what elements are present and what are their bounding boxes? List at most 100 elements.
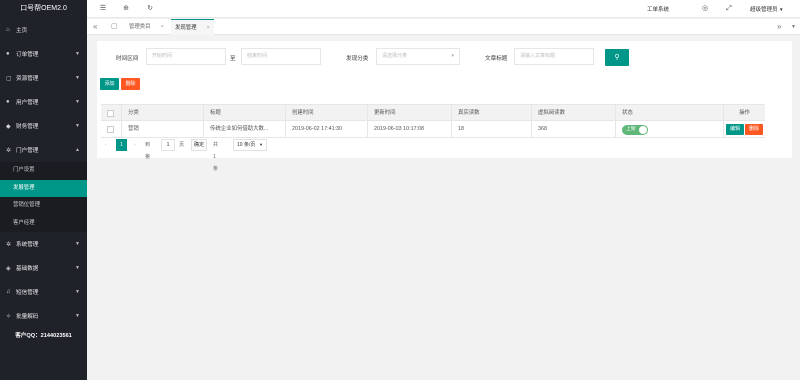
- sidebar-subitem-marketing[interactable]: 营销位管理: [0, 197, 87, 215]
- search-button[interactable]: ⚲: [605, 49, 629, 66]
- wallet-icon: ◆: [6, 123, 11, 130]
- table-header-row: 分类 标题 创建时间 更新时间 真实读数 虚拟阅读数 状态 操作: [101, 104, 765, 122]
- top-header: ☰ ⊕ ↻ 工单系统 ◎ ⤢ 超级管理员 ▼: [87, 0, 800, 18]
- sidebar-item-label: 财务管理: [16, 124, 39, 130]
- sidebar-subitem-portal-settings[interactable]: 门户设置: [0, 162, 87, 180]
- home-tab-icon[interactable]: ▢: [107, 19, 122, 35]
- system-link[interactable]: 工单系统: [647, 5, 669, 13]
- tabs-scroll-right-icon[interactable]: »: [773, 19, 785, 35]
- select-all-checkbox[interactable]: [107, 110, 114, 117]
- start-date-input[interactable]: 开始时间: [146, 48, 226, 65]
- caret-down-icon: ▾: [451, 53, 454, 59]
- to-label: 至: [230, 56, 236, 62]
- tab-label: 发现管理: [175, 25, 197, 31]
- sidebar-item-resources[interactable]: ▢ 资源管理 ▼: [0, 66, 87, 90]
- column-header: 操作: [723, 105, 765, 122]
- globe-icon[interactable]: ⊕: [120, 3, 132, 15]
- customer-qq: 客户QQ：2144023561: [15, 333, 72, 339]
- user-menu[interactable]: 超级管理员 ▼: [750, 5, 784, 13]
- sidebar-item-system[interactable]: ✲ 系统管理 ▼: [0, 232, 87, 256]
- goto-confirm-button[interactable]: 确定: [191, 139, 207, 151]
- sidebar-item-label: 基础数据: [16, 266, 39, 272]
- discover-table: 分类 标题 创建时间 更新时间 真实读数 虚拟阅读数 状态 操作 营销 传统企业…: [101, 104, 765, 138]
- cell-title: 传统企业如何借助大数...: [203, 121, 285, 138]
- category-select[interactable]: 请选择分类 ▾: [376, 48, 460, 65]
- fullscreen-icon[interactable]: ⤢: [723, 3, 735, 15]
- database-icon: ◈: [6, 265, 11, 272]
- tab-label: 管理类目: [129, 24, 151, 30]
- sidebar-item-label: 订单管理: [16, 52, 39, 58]
- user-icon: ●: [6, 51, 10, 57]
- cell-category: 营销: [121, 121, 203, 138]
- cell-virtual-reads: 368: [531, 121, 615, 138]
- column-header: 真实读数: [451, 105, 531, 122]
- add-button[interactable]: 添加: [100, 78, 119, 90]
- menu-toggle-icon[interactable]: ☰: [97, 3, 109, 15]
- tab-discover[interactable]: 发现管理 ×: [171, 19, 214, 35]
- sidebar-item-base-data[interactable]: ◈ 基础数据 ▼: [0, 256, 87, 280]
- refresh-icon[interactable]: ↻: [144, 3, 156, 15]
- sidebar-item-users[interactable]: ● 用户管理 ▼: [0, 90, 87, 114]
- row-delete-button[interactable]: 删除: [745, 123, 763, 135]
- sidebar-item-orders[interactable]: ● 订单管理 ▼: [0, 42, 87, 66]
- caret-down-icon: ▼: [259, 142, 263, 147]
- caret-down-icon: ▼: [75, 51, 80, 57]
- row-checkbox[interactable]: [107, 126, 114, 133]
- column-header: 创建时间: [285, 105, 367, 122]
- close-icon[interactable]: ×: [207, 25, 210, 31]
- toggle-knob: [639, 125, 647, 134]
- settings-icon: ✲: [6, 241, 12, 248]
- goto-page-input[interactable]: 1: [161, 139, 175, 151]
- column-header: 分类: [121, 105, 203, 122]
- column-header: 虚拟阅读数: [531, 105, 615, 122]
- caret-down-icon: ▼: [75, 123, 80, 129]
- status-toggle[interactable]: 上架: [622, 124, 648, 135]
- next-page-button[interactable]: ›: [134, 139, 136, 151]
- gear-icon: ✲: [6, 147, 12, 154]
- prev-page-button[interactable]: ‹: [105, 139, 107, 151]
- search-icon: ⚲: [614, 54, 620, 61]
- sidebar-item-label: 批量解码: [16, 314, 39, 320]
- tool-icon: ✧: [6, 313, 12, 320]
- column-header: 更新时间: [367, 105, 451, 122]
- caret-down-icon: ▼: [75, 313, 80, 319]
- tab-category[interactable]: 管理类目 ×: [125, 19, 168, 35]
- tabs-scroll-left-icon[interactable]: «: [89, 19, 101, 35]
- theme-icon[interactable]: ◎: [699, 3, 711, 15]
- tab-bar: « ▢ 管理类目 × 发现管理 × » ▼: [87, 19, 800, 35]
- article-title-input[interactable]: 请输入文章标题: [514, 48, 594, 65]
- sidebar-item-label: 用户管理: [16, 100, 39, 106]
- sidebar: 口号帮OEM2.0 ⌂ 主页 ● 订单管理 ▼ ▢ 资源管理 ▼ ● 用户管理 …: [0, 0, 87, 380]
- sidebar-item-label: 门户管理: [16, 148, 39, 154]
- sidebar-item-finance[interactable]: ◆ 财务管理 ▼: [0, 114, 87, 138]
- close-icon[interactable]: ×: [161, 24, 164, 30]
- caret-down-icon: ▼: [779, 7, 784, 12]
- cell-updated: 2019-06-03 10:17:08: [367, 121, 451, 138]
- caret-down-icon: ▼: [75, 289, 80, 295]
- sidebar-subitem-account-manager[interactable]: 客户经理: [0, 215, 87, 233]
- row-edit-button[interactable]: 编辑: [726, 123, 744, 135]
- page-size-value: 10 条/页: [237, 142, 256, 148]
- table-row: 营销 传统企业如何借助大数... 2019-06-02 17:41:30 201…: [101, 121, 765, 138]
- goto-label: 到第: [145, 142, 151, 160]
- column-header: 标题: [203, 105, 285, 122]
- caret-down-icon: ▼: [75, 99, 80, 105]
- article-title-label: 文章标题: [485, 56, 508, 62]
- time-range-label: 时间区间: [116, 56, 139, 62]
- sidebar-item-label: 短信管理: [16, 290, 39, 296]
- sidebar-subitem-discover[interactable]: 发展管理: [0, 179, 87, 197]
- page-size-select[interactable]: 10 条/页 ▼: [233, 139, 267, 151]
- user-name: 超级管理员: [750, 7, 778, 13]
- delete-button[interactable]: 删除: [121, 78, 140, 90]
- page-number-current[interactable]: 1: [116, 139, 127, 151]
- cell-created: 2019-06-02 17:41:30: [285, 121, 367, 138]
- app-logo: 口号帮OEM2.0: [20, 5, 67, 12]
- sidebar-item-batch-decode[interactable]: ✧ 批量解码 ▼: [0, 304, 87, 328]
- sidebar-item-sms[interactable]: ♫ 短信管理 ▼: [0, 280, 87, 304]
- sidebar-item-portal[interactable]: ✲ 门户管理 ▲: [0, 138, 87, 162]
- caret-down-icon: ▼: [75, 241, 80, 247]
- end-date-input[interactable]: 结束时间: [241, 48, 321, 65]
- tabs-menu-icon[interactable]: ▼: [787, 19, 800, 35]
- sidebar-item-home[interactable]: ⌂ 主页: [0, 18, 87, 42]
- caret-down-icon: ▼: [75, 75, 80, 81]
